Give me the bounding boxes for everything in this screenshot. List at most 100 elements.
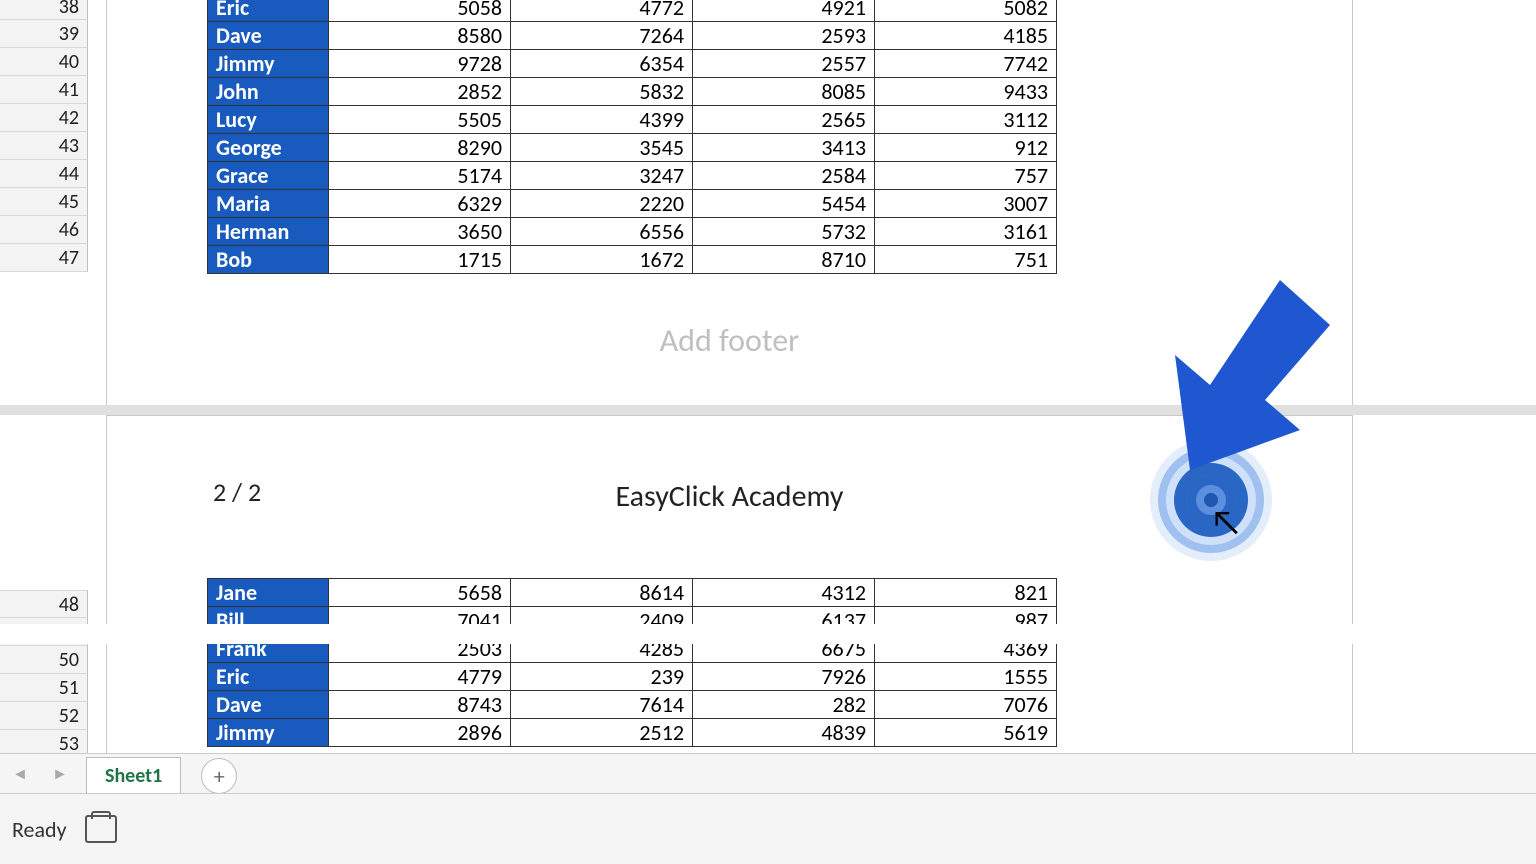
value-cell[interactable]: 5658 [329,579,511,607]
value-cell[interactable]: 751 [875,246,1057,274]
value-cell[interactable]: 4921 [693,0,875,22]
table-row[interactable]: Lucy5505439925653112 [208,106,1057,134]
value-cell[interactable]: 2852 [329,78,511,106]
name-cell[interactable]: Lucy [208,106,329,134]
value-cell[interactable]: 2584 [693,162,875,190]
value-cell[interactable]: 7926 [693,663,875,691]
value-cell[interactable]: 5732 [693,218,875,246]
row-header[interactable]: 53 [0,730,88,754]
table-row[interactable]: Jane565886144312821 [208,579,1057,607]
value-cell[interactable]: 6354 [511,50,693,78]
value-cell[interactable]: 2557 [693,50,875,78]
value-cell[interactable]: 8710 [693,246,875,274]
table-row[interactable]: Eric5058477249215082 [208,0,1057,22]
value-cell[interactable]: 7264 [511,22,693,50]
row-header[interactable]: 40 [0,48,88,76]
value-cell[interactable]: 2593 [693,22,875,50]
value-cell[interactable]: 2512 [511,719,693,747]
value-cell[interactable]: 4779 [329,663,511,691]
name-cell[interactable]: Maria [208,190,329,218]
table-row[interactable]: Jimmy9728635425577742 [208,50,1057,78]
name-cell[interactable]: Jimmy [208,719,329,747]
value-cell[interactable]: 239 [511,663,693,691]
value-cell[interactable]: 821 [875,579,1057,607]
value-cell[interactable]: 2896 [329,719,511,747]
value-cell[interactable]: 1555 [875,663,1057,691]
value-cell[interactable]: 8614 [511,579,693,607]
name-cell[interactable]: Dave [208,691,329,719]
value-cell[interactable]: 5832 [511,78,693,106]
value-cell[interactable]: 3650 [329,218,511,246]
table-row[interactable]: John2852583280859433 [208,78,1057,106]
value-cell[interactable]: 4772 [511,0,693,22]
table-row[interactable]: Maria6329222054543007 [208,190,1057,218]
value-cell[interactable]: 3247 [511,162,693,190]
table-row[interactable]: George829035453413912 [208,134,1057,162]
value-cell[interactable]: 2565 [693,106,875,134]
row-header[interactable]: 51 [0,674,88,702]
name-cell[interactable]: Grace [208,162,329,190]
table-row[interactable]: Bob171516728710751 [208,246,1057,274]
value-cell[interactable]: 4399 [511,106,693,134]
name-cell[interactable]: Eric [208,0,329,22]
value-cell[interactable]: 8743 [329,691,511,719]
value-cell[interactable]: 3007 [875,190,1057,218]
value-cell[interactable]: 3161 [875,218,1057,246]
value-cell[interactable]: 282 [693,691,875,719]
value-cell[interactable]: 6329 [329,190,511,218]
value-cell[interactable]: 7742 [875,50,1057,78]
value-cell[interactable]: 5619 [875,719,1057,747]
name-cell[interactable]: Herman [208,218,329,246]
sheet-tab-active[interactable]: Sheet1 [86,757,181,794]
value-cell[interactable]: 8290 [329,134,511,162]
value-cell[interactable]: 4839 [693,719,875,747]
table-row[interactable]: Jimmy2896251248395619 [208,719,1057,747]
row-header[interactable]: 46 [0,216,88,244]
table-row[interactable]: Eric477923979261555 [208,663,1057,691]
value-cell[interactable]: 1715 [329,246,511,274]
value-cell[interactable]: 4185 [875,22,1057,50]
sheet-nav-prev[interactable]: ◄ [0,754,40,794]
value-cell[interactable]: 3112 [875,106,1057,134]
name-cell[interactable]: Jimmy [208,50,329,78]
row-header[interactable]: 52 [0,702,88,730]
table-row[interactable]: Dave8580726425934185 [208,22,1057,50]
sheet-nav-next[interactable]: ► [40,754,80,794]
add-sheet-button[interactable]: + [201,758,237,794]
name-cell[interactable]: George [208,134,329,162]
data-table-1[interactable]: Eric5058477249215082Dave8580726425934185… [207,0,1057,274]
value-cell[interactable]: 9433 [875,78,1057,106]
table-row[interactable]: Grace517432472584757 [208,162,1057,190]
row-header[interactable]: 38 [0,0,88,20]
data-table-2[interactable]: Jane565886144312821Bill704124096137987Fr… [207,578,1057,747]
value-cell[interactable]: 9728 [329,50,511,78]
table-row[interactable]: Herman3650655657323161 [208,218,1057,246]
value-cell[interactable]: 3413 [693,134,875,162]
value-cell[interactable]: 912 [875,134,1057,162]
row-header[interactable]: 41 [0,76,88,104]
value-cell[interactable]: 5454 [693,190,875,218]
value-cell[interactable]: 4312 [693,579,875,607]
value-cell[interactable]: 8580 [329,22,511,50]
row-header[interactable]: 39 [0,20,88,48]
name-cell[interactable]: Jane [208,579,329,607]
value-cell[interactable]: 5174 [329,162,511,190]
row-header[interactable]: 42 [0,104,88,132]
value-cell[interactable]: 7076 [875,691,1057,719]
name-cell[interactable]: John [208,78,329,106]
value-cell[interactable]: 5082 [875,0,1057,22]
name-cell[interactable]: Bob [208,246,329,274]
macro-record-icon[interactable] [85,815,117,843]
row-header[interactable]: 48 [0,590,88,618]
value-cell[interactable]: 6556 [511,218,693,246]
value-cell[interactable]: 3545 [511,134,693,162]
name-cell[interactable]: Eric [208,663,329,691]
row-header[interactable]: 50 [0,646,88,674]
table-row[interactable]: Dave874376142827076 [208,691,1057,719]
name-cell[interactable]: Dave [208,22,329,50]
value-cell[interactable]: 7614 [511,691,693,719]
row-header[interactable]: 44 [0,160,88,188]
row-header[interactable]: 45 [0,188,88,216]
value-cell[interactable]: 2220 [511,190,693,218]
value-cell[interactable]: 1672 [511,246,693,274]
